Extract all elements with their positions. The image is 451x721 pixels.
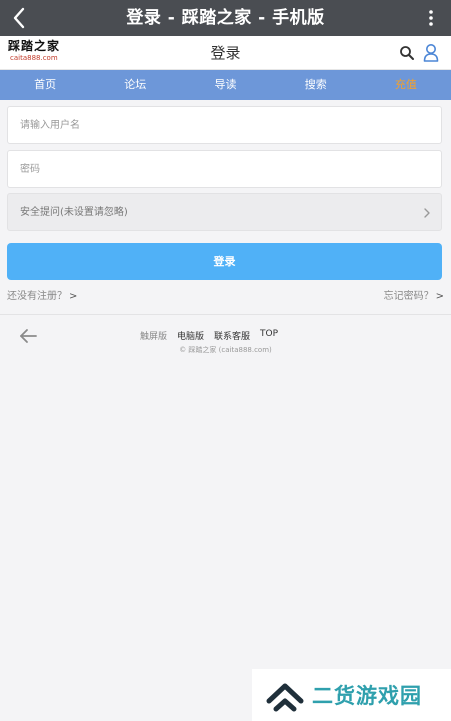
nav-item-forum[interactable]: 论坛	[90, 70, 180, 100]
arrow-left-icon[interactable]	[18, 328, 38, 344]
search-icon[interactable]	[399, 45, 415, 61]
footer-link-pc[interactable]: 电脑版	[177, 329, 204, 342]
more-vertical-icon[interactable]	[421, 6, 441, 30]
user-icon[interactable]	[423, 43, 439, 62]
watermark: 二货游戏园	[252, 669, 451, 721]
chevron-right-icon: >	[435, 291, 444, 302]
forgot-password-label: 忘记密码？	[383, 291, 434, 302]
register-link-label: 还没有注册？	[7, 291, 67, 302]
chevron-right-icon: >	[69, 291, 78, 302]
password-input[interactable]	[8, 151, 441, 187]
footer-link-touch[interactable]: 触屏版	[140, 329, 167, 342]
site-header: 踩踏之家 caita888.com 登录	[0, 36, 451, 70]
watermark-logo-icon	[266, 683, 304, 712]
username-input[interactable]	[8, 107, 441, 143]
nav-item-search[interactable]: 搜索	[271, 70, 361, 100]
chevron-left-icon[interactable]	[8, 4, 30, 32]
site-logo[interactable]: 踩踏之家 caita888.com	[8, 39, 64, 67]
app-titlebar: 登录 - 踩踏之家 - 手机版	[0, 0, 451, 36]
watermark-text: 二货游戏园	[312, 684, 422, 708]
nav-item-guide[interactable]: 导读	[180, 70, 270, 100]
chevron-right-icon	[424, 208, 430, 218]
copyright-text: © 踩踏之家 (caita888.com)	[179, 346, 272, 354]
footer-divider	[0, 314, 451, 315]
logo-domain: caita888.com	[10, 54, 58, 62]
page-title: 登录	[210, 44, 241, 62]
footer-link-top[interactable]: TOP	[260, 329, 278, 342]
security-question-select[interactable]: 安全提问(未设置请忽略)	[7, 193, 442, 231]
footer-links: 触屏版 电脑版 联系客服 TOP	[140, 329, 340, 342]
security-question-label: 安全提问(未设置请忽略)	[20, 207, 128, 218]
username-field-box	[7, 106, 442, 144]
main-nav: 首页 论坛 导读 搜索 充值	[0, 70, 451, 100]
forgot-password-link[interactable]: 忘记密码？ >	[384, 287, 444, 302]
nav-item-recharge[interactable]: 充值	[361, 70, 451, 100]
footer-link-service[interactable]: 联系客服	[214, 329, 250, 342]
login-button[interactable]: 登录	[7, 243, 442, 280]
window-title: 登录 - 踩踏之家 - 手机版	[126, 8, 325, 28]
password-field-box	[7, 150, 442, 188]
nav-item-home[interactable]: 首页	[0, 70, 90, 100]
logo-name: 踩踏之家	[8, 39, 61, 53]
register-link[interactable]: 还没有注册？ >	[7, 287, 77, 302]
